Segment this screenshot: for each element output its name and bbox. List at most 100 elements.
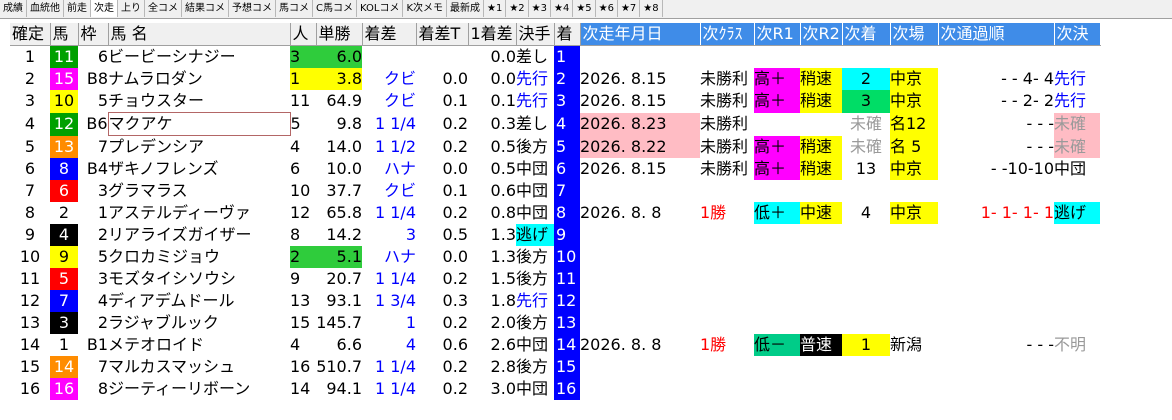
cell-chaku: 14 [554, 334, 580, 356]
cell-next-ba [890, 246, 938, 268]
tab-9[interactable]: C馬コメ [313, 0, 357, 17]
table-row[interactable]: 9 4 2 リアライズガイザー 8 14.2 3 0.5 1.3 逃げ 9 [10, 224, 1100, 246]
cell-next-r2: 稍速 [800, 135, 842, 158]
cell-next-chaku [842, 378, 890, 400]
column-header-15[interactable]: 次着 [842, 23, 891, 46]
tab-13[interactable]: ★1 [484, 0, 507, 17]
table-row[interactable]: 6 8 B4 ザキノフレンズ 6 10.0 ハナ 0.0 0.5 中団 6 2026. 8.15 未勝利… [10, 158, 1100, 180]
column-header-16[interactable]: 次場 [890, 23, 939, 46]
tab-1[interactable]: 血統他 [27, 0, 64, 17]
table-row[interactable]: 8 2 1 アステルディーヴァ 12 65.8 1 1/4 0.2 0.8 中団 8 2026. 8.… [10, 202, 1100, 224]
cell-next-r1 [754, 246, 800, 268]
column-header-6[interactable]: 着差 [362, 23, 417, 46]
cell-first-sa: 2.8 [490, 357, 516, 376]
cell-next-class [700, 356, 754, 378]
column-header-17[interactable]: 次通過順 [938, 23, 1055, 46]
cell-next-r1 [754, 356, 800, 378]
tab-18[interactable]: ★6 [596, 0, 618, 17]
column-header-7[interactable]: 着差T [416, 23, 469, 46]
cell-next-r2 [800, 246, 842, 268]
table-row[interactable]: 13 3 2 ラジャブルック 15 145.7 1 0.2 2.0 後方 13 [10, 312, 1100, 334]
tab-0[interactable]: 成績 [0, 0, 27, 17]
cell-chakusa-t: 0.1 [442, 181, 468, 200]
column-header-1[interactable]: 馬 [50, 23, 79, 46]
cell-chakusa-t: 0.2 [442, 114, 468, 133]
cell-ninki: 10 [290, 181, 311, 200]
cell-next-date [580, 224, 700, 246]
cell-kakutei: 7 [24, 181, 36, 200]
cell-waku: 1 [97, 203, 108, 222]
cell-next-tsuka [938, 46, 1054, 69]
table-row[interactable]: 11 5 3 モズタイシソウシ 9 20.7 1 1/4 0.2 1.5 後方 11 [10, 268, 1100, 290]
cell-uma: 6 [50, 180, 78, 202]
cell-next-class: 1勝 [700, 203, 727, 222]
cell-next-kime [1054, 46, 1100, 69]
column-header-12[interactable]: 次ｸﾗｽ [700, 23, 755, 46]
cell-next-tsuka: - - 4- 4 [1001, 69, 1054, 88]
cell-next-class: 未勝利 [700, 136, 749, 156]
cell-next-chaku: 13 [855, 159, 877, 178]
table-row[interactable]: 3 10 5 チョウスター 11 64.9 クビ 0.1 0.1 先行 3 2026. 8.15 未勝利… [10, 90, 1100, 113]
column-header-8[interactable]: 1着差 [468, 23, 517, 46]
table-row[interactable]: 1 11 6 ビービーシナジー 3 6.0 0.0 差し 1 [10, 45, 1100, 69]
column-header-14[interactable]: 次R2 [800, 23, 843, 46]
tab-7[interactable]: 予想コメ [229, 0, 276, 17]
cell-chaku: 15 [554, 356, 580, 378]
cell-next-tsuka: - - 2- 2 [1001, 91, 1054, 111]
column-header-0[interactable]: 確定 [10, 23, 51, 46]
cell-next-r2 [800, 224, 842, 246]
cell-waku: B8 [86, 69, 108, 88]
cell-chakusa-t: 0.2 [442, 269, 468, 288]
tab-16[interactable]: ★4 [551, 0, 574, 17]
tab-20[interactable]: ★8 [640, 0, 663, 17]
column-header-2[interactable]: 枠 [78, 23, 109, 46]
cell-first-sa: 1.8 [490, 291, 516, 310]
cell-chakusa: 1 1/4 [374, 114, 416, 133]
cell-ninki: 15 [290, 313, 311, 332]
cell-tansho: 65.8 [326, 203, 362, 222]
cell-first-sa: 0.0 [490, 69, 516, 88]
column-header-11[interactable]: 次走年月日 [580, 23, 701, 46]
tab-11[interactable]: K次メモ [403, 0, 447, 17]
column-header-9[interactable]: 決手 [516, 23, 555, 46]
tab-15[interactable]: ★3 [529, 0, 551, 17]
column-header-3[interactable]: 馬 名 [108, 23, 291, 46]
table-row[interactable]: 10 9 5 クロカミジョウ 2 5.1 ハナ 0.0 1.3 後方 10 [10, 246, 1100, 268]
table-row[interactable]: 12 7 4 ディアデムドール 13 93.1 1 3/4 0.3 1.8 先行 12 [10, 290, 1100, 312]
cell-next-chaku: 2 [842, 68, 890, 90]
tab-10[interactable]: KOLコメ [357, 0, 404, 17]
tab-6[interactable]: 結果コメ [182, 0, 229, 17]
tab-8[interactable]: 馬コメ [276, 0, 313, 17]
cell-first-sa: 2.0 [490, 313, 516, 332]
tab-3[interactable]: 次走 [91, 0, 118, 17]
cell-chakusa-t: 0.6 [442, 335, 468, 354]
tab-14[interactable]: ★2 [506, 0, 529, 17]
table-row[interactable]: 15 14 7 マルカスマッシュ 16 510.7 1 1/4 0.2 2.8 後方 15 [10, 356, 1100, 378]
table-row[interactable]: 14 1 B1 メテオロイド 4 6.6 4 0.6 2.6 中団 14 2026. 8. 8 1勝 低－… [10, 334, 1100, 356]
tab-5[interactable]: 全コメ [145, 0, 182, 17]
cell-next-kime: 未確 [1054, 112, 1100, 136]
tab-2[interactable]: 前走 [64, 0, 91, 17]
cell-kakutei: 14 [19, 335, 41, 354]
tab-17[interactable]: ★5 [573, 0, 596, 17]
column-header-18[interactable]: 次決 [1054, 23, 1101, 46]
cell-name: ビービーシナジー [108, 47, 236, 66]
table-row[interactable]: 4 12 B6 マクアケ 5 9.8 1 1/4 0.2 0.3 差し 4 2026. 8.23 未勝利… [10, 112, 1100, 136]
cell-next-kime [1054, 268, 1100, 290]
table-row[interactable]: 5 13 7 プレデンシア 4 14.0 1 1/2 0.2 0.5 後方 5 2026. 8.22 未… [10, 135, 1100, 158]
column-header-10[interactable]: 着 [554, 23, 581, 46]
column-header-4[interactable]: 人 [290, 23, 317, 46]
cell-next-r1: 低＋ [754, 202, 800, 224]
tab-19[interactable]: ★7 [618, 0, 641, 17]
cell-chakusa-t: 0.2 [442, 379, 468, 398]
column-header-5[interactable]: 単勝 [316, 23, 363, 46]
tab-4[interactable]: 上り [118, 0, 145, 17]
cell-next-date [580, 268, 700, 290]
tab-12[interactable]: 最新成 [447, 0, 484, 17]
table-row[interactable]: 7 6 3 グラマラス 10 37.7 クビ 0.1 0.6 中団 7 [10, 180, 1100, 202]
cell-next-ba: 中京 [890, 90, 938, 113]
cell-kimete: 後方 [516, 357, 549, 376]
table-row[interactable]: 2 15 B8 ナムラロダン 1 3.8 クビ 0.0 0.0 先行 2 2026. 8.15 未勝利高… [10, 68, 1100, 90]
column-header-13[interactable]: 次R1 [754, 23, 801, 46]
table-row[interactable]: 16 16 8 ジーティーリボーン 14 94.1 1 1/4 0.2 3.0 中団 16 [10, 378, 1100, 400]
